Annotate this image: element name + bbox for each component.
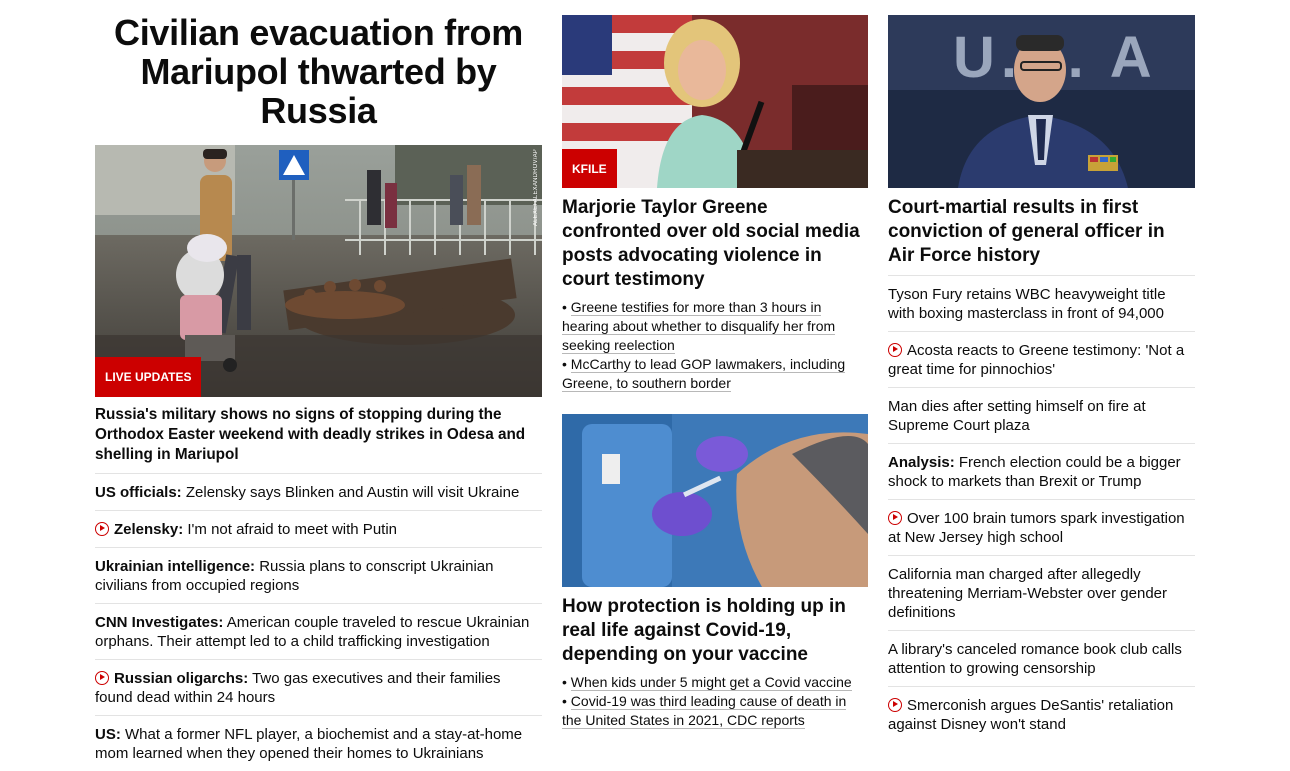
hero-headline[interactable]: Civilian evacuation from Mariupol thwart… [95, 13, 542, 130]
list-item[interactable]: Russian oligarchs: Two gas executives an… [95, 660, 542, 716]
video-play-icon [888, 343, 902, 357]
item-text: Man dies after setting himself on fire a… [888, 398, 1146, 434]
list-item: • When kids under 5 might get a Covid va… [562, 674, 852, 691]
item-text: Tyson Fury retains WBC heavyweight title… [888, 286, 1166, 322]
item-text: Smerconish argues DeSantis' retaliation … [888, 697, 1174, 733]
video-play-icon [888, 511, 902, 525]
list-item: • Covid-19 was third leading cause of de… [562, 693, 847, 729]
video-play-icon [95, 671, 109, 685]
item-kicker: CNN Investigates: [95, 614, 224, 631]
top-story-related-list: US officials: Zelensky says Blinken and … [95, 474, 542, 771]
greene-story-image[interactable]: KFILE [562, 15, 868, 188]
item-text: I'm not afraid to meet with Putin [183, 521, 397, 538]
list-item[interactable]: US: What a former NFL player, a biochemi… [95, 716, 542, 771]
related-link[interactable]: Covid-19 was third leading cause of deat… [562, 693, 847, 729]
related-link[interactable]: When kids under 5 might get a Covid vacc… [570, 674, 852, 691]
live-updates-badge[interactable]: LIVE UPDATES [95, 357, 202, 397]
item-kicker: Zelensky: [114, 521, 184, 538]
officer-photo-illustration: U.S. A [888, 15, 1195, 188]
list-item: • Greene testifies for more than 3 hours… [562, 299, 836, 354]
list-item[interactable]: Tyson Fury retains WBC heavyweight title… [888, 276, 1195, 332]
air-force-story-image[interactable]: U.S. A [888, 15, 1195, 188]
item-text: Over 100 brain tumors spark investigatio… [888, 510, 1185, 546]
covid-headline[interactable]: How protection is holding up in real lif… [562, 595, 868, 667]
list-item[interactable]: Smerconish argues DeSantis' retaliation … [888, 687, 1195, 742]
list-item[interactable]: A library's canceled romance book club c… [888, 631, 1195, 687]
video-play-icon [95, 522, 109, 536]
item-text: A library's canceled romance book club c… [888, 641, 1182, 677]
list-item[interactable]: Zelensky: I'm not afraid to meet with Pu… [95, 511, 542, 548]
list-item[interactable]: Ukrainian intelligence: Russia plans to … [95, 548, 542, 604]
related-link[interactable]: McCarthy to lead GOP lawmakers, includin… [562, 356, 846, 392]
greene-headline[interactable]: Marjorie Taylor Greene confronted over o… [562, 196, 868, 292]
covid-story-image[interactable] [562, 414, 868, 587]
right-column: U.S. A Court-martial results in first co… [888, 0, 1195, 742]
air-force-headline[interactable]: Court-martial results in first convictio… [888, 196, 1195, 276]
list-item[interactable]: Acosta reacts to Greene testimony: 'Not … [888, 332, 1195, 388]
headlines-list: Tyson Fury retains WBC heavyweight title… [888, 276, 1195, 742]
item-text: Zelensky says Blinken and Austin will vi… [181, 484, 520, 501]
related-link[interactable]: Greene testifies for more than 3 hours i… [562, 299, 836, 354]
item-kicker: Russian oligarchs: [114, 670, 249, 687]
lead-headline[interactable]: Russia's military shows no signs of stop… [95, 405, 542, 474]
top-story-column: Civilian evacuation from Mariupol thwart… [95, 0, 542, 771]
hero-image[interactable]: LIVE UPDATES ALEXEI ALEXANDROV/AP [95, 145, 542, 397]
list-item[interactable]: Man dies after setting himself on fire a… [888, 388, 1195, 444]
item-text: Acosta reacts to Greene testimony: 'Not … [888, 342, 1185, 378]
list-item[interactable]: US officials: Zelensky says Blinken and … [95, 474, 542, 511]
covid-related-list: • When kids under 5 might get a Covid va… [562, 673, 868, 730]
list-item[interactable]: California man charged after allegedly t… [888, 556, 1195, 631]
video-play-icon [888, 698, 902, 712]
item-text: What a former NFL player, a biochemist a… [95, 726, 523, 762]
item-kicker: Analysis: [888, 454, 955, 471]
greene-related-list: • Greene testifies for more than 3 hours… [562, 298, 868, 393]
item-kicker: US: [95, 726, 121, 743]
list-item[interactable]: Analysis: French election could be a big… [888, 444, 1195, 500]
list-item[interactable]: CNN Investigates: American couple travel… [95, 604, 542, 660]
kfile-badge[interactable]: KFILE [562, 149, 617, 188]
vaccine-photo-illustration [562, 414, 868, 587]
list-item[interactable]: Over 100 brain tumors spark investigatio… [888, 500, 1195, 556]
list-item: • McCarthy to lead GOP lawmakers, includ… [562, 356, 846, 392]
item-kicker: Ukrainian intelligence: [95, 558, 256, 575]
photo-credit: ALEXEI ALEXANDROV/AP [533, 149, 539, 227]
item-kicker: US officials: [95, 484, 182, 501]
item-text: California man charged after allegedly t… [888, 566, 1168, 621]
middle-column: KFILE Marjorie Taylor Greene confronted … [562, 0, 868, 730]
